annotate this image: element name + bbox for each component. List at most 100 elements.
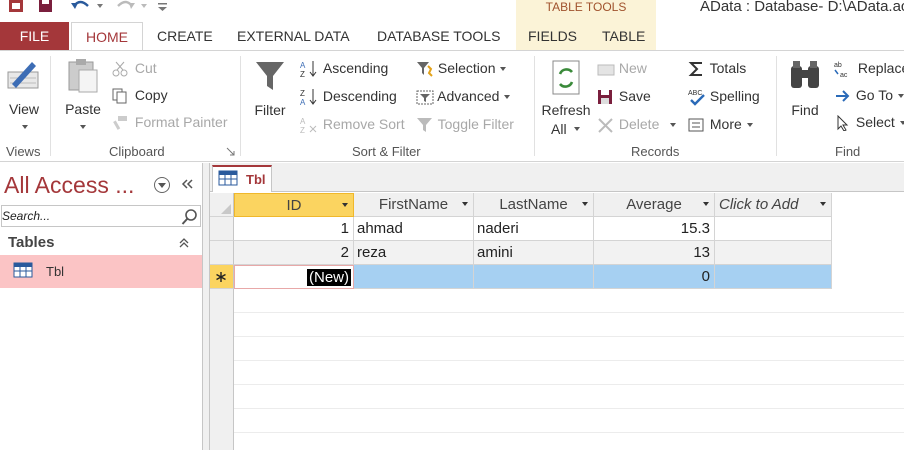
table-cell[interactable]: ahmad [354,217,474,241]
table-cell[interactable]: 13 [594,241,715,265]
document-tab-strip [210,163,904,192]
nav-search-input[interactable] [2,206,178,226]
table-cell[interactable]: 15.3 [594,217,715,241]
save-record-label: Save [618,88,651,104]
refresh-all-label: All [551,121,567,137]
descending-button[interactable]: ZA Descending [300,87,397,107]
column-dropdown-icon[interactable] [703,202,709,206]
copy-icon [112,88,127,104]
descending-label: Descending [322,88,397,104]
save-icon[interactable] [38,0,54,14]
column-dropdown-icon[interactable] [820,202,826,206]
filter-button[interactable]: Filter [248,58,292,128]
column-dropdown-icon[interactable] [342,203,348,207]
section-collapse-icon[interactable] [178,237,190,249]
table-cell[interactable]: 1 [234,217,354,241]
svg-text:ABC: ABC [688,90,702,97]
svg-text:Z: Z [300,89,305,98]
table-cell[interactable]: 0 [594,265,715,289]
save-record-button[interactable]: Save [597,87,651,105]
format-painter-label: Format Painter [134,114,228,130]
new-record-id-cell[interactable]: (New) [234,265,354,289]
table-cell[interactable]: 2 [234,241,354,265]
ascending-label: Ascending [322,60,389,76]
record-selector[interactable] [210,241,234,265]
delete-record-button: Delete [597,115,677,134]
grid-line [234,408,904,409]
nav-section-tables[interactable]: Tables [8,234,54,251]
table-cell[interactable] [474,265,594,289]
record-selector[interactable] [210,217,234,241]
tab-fields[interactable]: FIELDS [528,22,577,50]
column-header-click-to-add[interactable]: Click to Add [715,193,832,217]
more-icon [688,118,704,132]
group-label-clipboard: Clipboard [109,144,165,159]
totals-button[interactable]: Totals [688,59,746,77]
column-dropdown-icon[interactable] [582,202,588,206]
access-app-icon[interactable] [8,0,24,14]
advanced-button[interactable]: Advanced [416,87,511,106]
tab-external-data[interactable]: EXTERNAL DATA [237,22,350,50]
column-dropdown-icon[interactable] [462,202,468,206]
window-title: AData : Database- D:\AData.ac [700,0,904,15]
view-button[interactable]: View [2,58,44,138]
goto-label: Go To [855,87,893,103]
select-button[interactable]: Select [834,113,904,132]
tab-create[interactable]: CREATE [157,22,213,50]
customize-qat-icon[interactable] [156,0,170,14]
column-header-average[interactable]: Average [594,193,715,217]
table-cell[interactable]: amini [474,241,594,265]
paste-button[interactable]: Paste [60,58,106,138]
refresh-icon [552,60,580,95]
table-cell[interactable]: reza [354,241,474,265]
clipboard-launcher-icon[interactable] [226,147,235,156]
remove-sort-icon: AZ [300,117,317,135]
column-header-label: Click to Add [719,196,799,213]
copy-button[interactable]: Copy [112,86,168,104]
scissors-icon [112,61,128,77]
refresh-all-button[interactable]: Refresh All [539,58,593,140]
format-painter-button: Format Painter [112,113,227,131]
tab-table[interactable]: TABLE [602,22,645,50]
funnel-icon [256,62,284,90]
tab-file[interactable]: FILE [0,22,69,50]
selection-button[interactable]: Selection [416,59,507,78]
undo-dropdown-icon[interactable] [96,0,104,14]
shutter-bar-collapse-icon[interactable] [180,177,194,191]
view-label: View [8,101,40,117]
group-separator [240,56,241,156]
column-header-id[interactable]: ID [234,193,354,217]
table-icon [13,262,33,278]
advanced-dropdown-icon [504,95,511,100]
table-cell[interactable] [715,265,832,289]
spelling-button[interactable]: ABC Spelling [688,87,760,106]
column-header-lastname[interactable]: LastName [474,193,594,217]
replace-button[interactable]: ab ac Replace [834,59,904,79]
replace-label: Replace [857,60,904,76]
nav-menu-dropdown-icon[interactable] [153,176,171,194]
sort-descending-icon: ZA [300,89,317,107]
column-header-firstname[interactable]: FirstName [354,193,474,217]
search-icon[interactable] [181,208,199,226]
select-all-corner[interactable] [210,193,234,217]
undo-icon[interactable] [70,0,92,14]
nav-pane-title[interactable]: All Access ... [4,172,134,199]
more-label: More [709,116,742,132]
find-button[interactable]: Find [784,58,826,128]
doc-table-icon [218,170,238,186]
table-cell[interactable] [354,265,474,289]
tab-home[interactable]: HOME [71,22,143,51]
more-button[interactable]: More [688,115,754,133]
svg-text:Z: Z [300,126,305,134]
ascending-button[interactable]: AZ Ascending [300,59,389,79]
table-cell[interactable]: naderi [474,217,594,241]
group-label-records: Records [631,144,680,159]
new-record-selector[interactable] [210,265,234,289]
pane-splitter[interactable] [203,163,210,450]
group-separator [50,56,51,156]
tab-database-tools[interactable]: DATABASE TOOLS [377,22,500,50]
grid-line [234,432,904,433]
table-cell[interactable] [715,217,832,241]
table-cell[interactable] [715,241,832,265]
goto-button[interactable]: Go To [834,86,904,104]
